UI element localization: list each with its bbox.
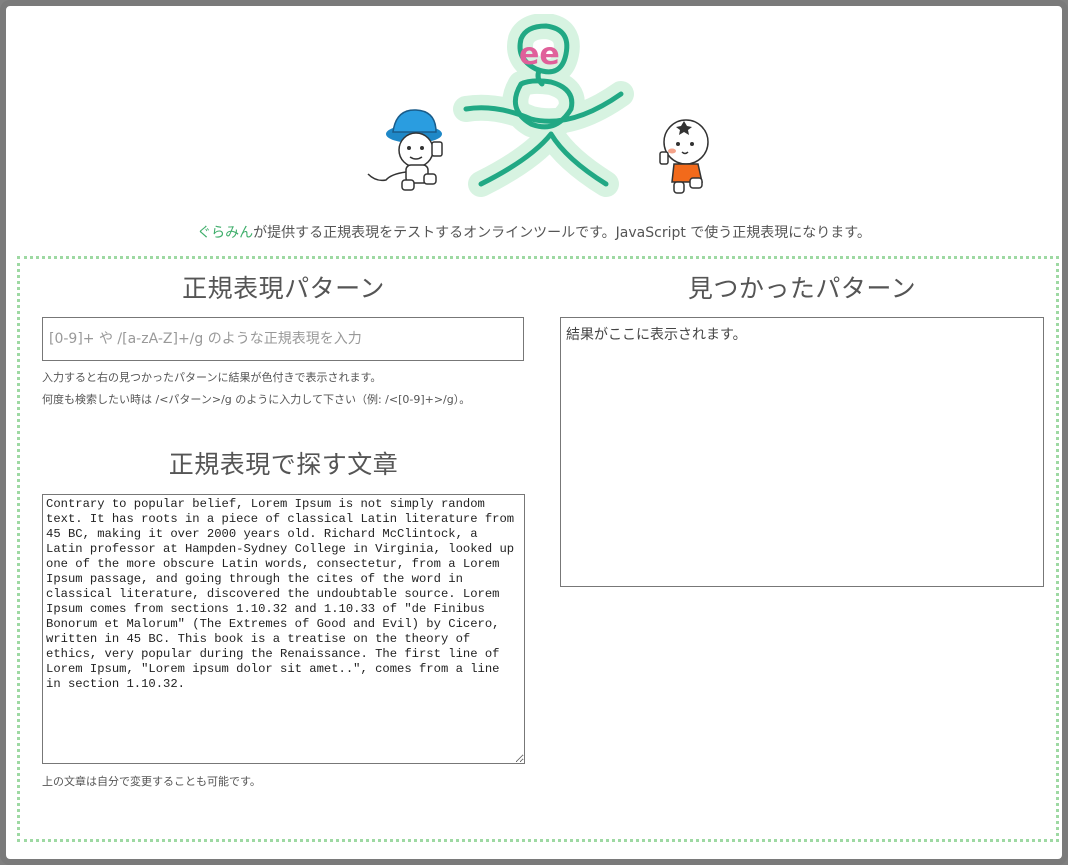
intro-text: が提供する正規表現をテストするオンラインツールです。JavaScript で使う… — [253, 225, 871, 241]
regex-pattern-input[interactable] — [42, 317, 524, 361]
site-logo: ee — [367, 13, 709, 197]
pattern-hint-1: 入力すると右の見つかったパターンに結果が色付きで表示されます。 — [42, 371, 382, 384]
pattern-section-title: 正規表現パターン — [182, 274, 385, 303]
site-intro: ぐらみんが提供する正規表現をテストするオンラインツールです。JavaScript… — [6, 222, 1062, 242]
logo-letters: ee — [519, 37, 560, 72]
workspace-panel: 正規表現パターン 入力すると右の見つかったパターンに結果が色付きで表示されます。… — [17, 256, 1059, 842]
brand-link[interactable]: ぐらみん — [197, 225, 253, 241]
results-panel: 結果がここに表示されます。 — [560, 317, 1044, 587]
hero-illustration: ee — [356, 13, 736, 204]
results-placeholder: 結果がここに表示されます。 — [566, 327, 747, 343]
pattern-hint-2: 何度も検索したい時は /<パターン>/g のように入力して下さい（例: /<[0… — [42, 393, 471, 406]
mascot-girl-icon — [659, 119, 709, 194]
mascot-boy-icon — [367, 109, 443, 191]
results-section-title: 見つかったパターン — [687, 274, 917, 303]
text-section-title: 正規表現で探す文章 — [168, 450, 399, 479]
search-text-area[interactable] — [42, 494, 525, 764]
text-section-hint: 上の文章は自分で変更することも可能です。 — [42, 775, 261, 788]
page-frame: ee ぐらみんが提供する正規表現をテストするオンラインツールです。JavaScr… — [0, 0, 1068, 865]
